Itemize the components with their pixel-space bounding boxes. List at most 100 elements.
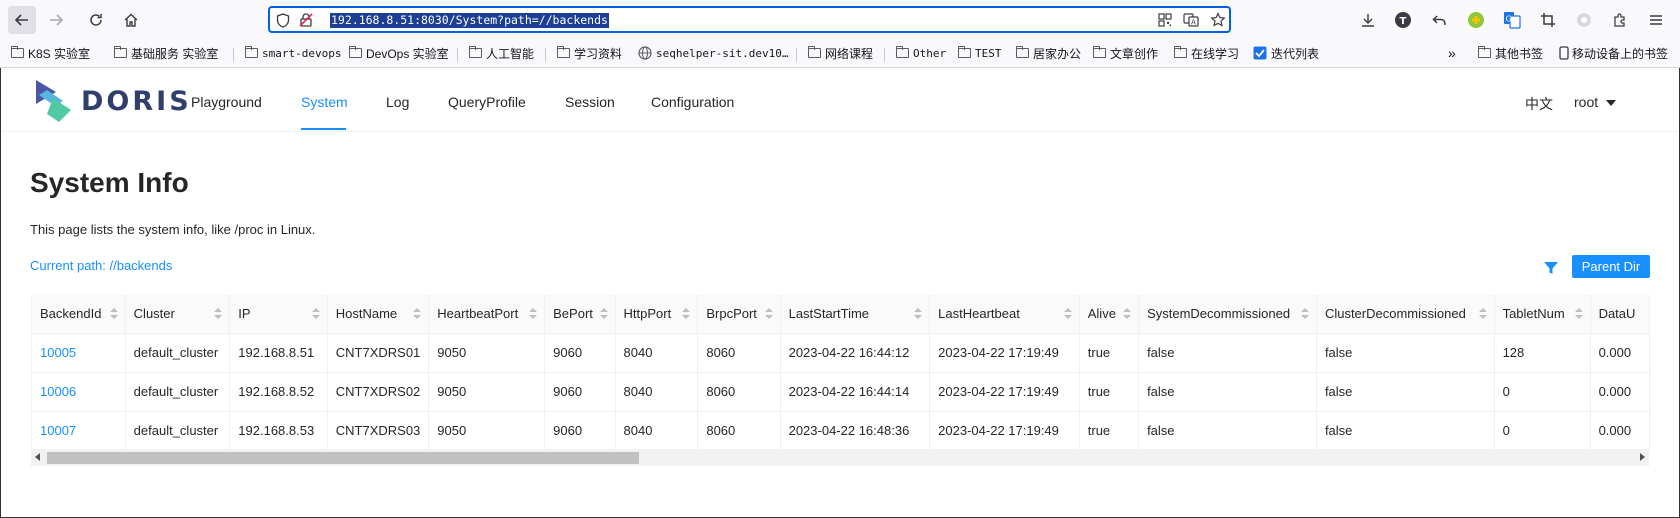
downloads-icon[interactable]	[1358, 10, 1378, 30]
menu-playground[interactable]: Playground	[191, 94, 262, 110]
sort-icon[interactable]	[214, 308, 223, 320]
forward-button[interactable]	[42, 6, 70, 34]
sort-icon[interactable]	[1478, 308, 1487, 320]
mobile-bookmarks-folder[interactable]: 移动设备上的书签	[1559, 44, 1668, 62]
extensions-puzzle-icon[interactable]	[1610, 10, 1630, 30]
extension-green-icon[interactable]	[1466, 10, 1486, 30]
parent-dir-button[interactable]: Parent Dir	[1572, 255, 1650, 278]
column-header-httpport[interactable]: HttpPort	[615, 295, 699, 334]
other-bookmarks-folder[interactable]: 其他书签	[1478, 44, 1543, 62]
bookmark-separator	[457, 48, 458, 62]
column-header-tabletnum[interactable]: TabletNum	[1494, 295, 1591, 334]
translate-extension-icon[interactable]: G	[1502, 10, 1522, 30]
table-cell: 192.168.8.52	[229, 372, 328, 412]
bookmark-link[interactable]: 迭代列表	[1253, 44, 1319, 62]
bookmark-star-icon[interactable]	[1210, 12, 1226, 28]
column-header-beport[interactable]: BePort	[544, 295, 616, 334]
column-header-heartbeatport[interactable]: HeartbeatPort	[428, 295, 546, 334]
insecure-lock-icon[interactable]	[298, 12, 314, 28]
column-header-laststarttime[interactable]: LastStartTime	[780, 295, 931, 334]
sort-icon[interactable]	[914, 308, 923, 320]
home-button[interactable]	[117, 6, 145, 34]
bookmark-folder[interactable]: 人工智能	[469, 44, 534, 62]
backend-id-link[interactable]: 10007	[32, 411, 126, 451]
bookmark-separator	[545, 48, 546, 62]
current-path-link[interactable]: Current path: //backends	[30, 258, 172, 273]
undo-arrow-icon[interactable]	[1430, 10, 1450, 30]
bookmark-folder[interactable]: DevOps 实验室	[349, 44, 449, 62]
sort-icon[interactable]	[764, 308, 773, 320]
horizontal-scrollbar[interactable]	[31, 449, 1649, 466]
extension-gray-icon[interactable]	[1574, 10, 1594, 30]
folder-icon	[808, 46, 821, 58]
scroll-left-arrow-icon[interactable]	[35, 453, 40, 461]
back-button[interactable]	[8, 6, 36, 34]
language-switch[interactable]: 中文	[1525, 94, 1553, 114]
url-text[interactable]: 192.168.8.51:8030/System?path=//backends	[330, 13, 609, 28]
sort-icon[interactable]	[109, 308, 118, 320]
shield-icon[interactable]	[275, 12, 291, 28]
column-header-backendid[interactable]: BackendId	[32, 295, 126, 334]
bookmark-folder[interactable]: 文章创作	[1093, 44, 1158, 62]
column-header-datau[interactable]: DataU	[1590, 295, 1650, 334]
menu-queryprofile[interactable]: QueryProfile	[448, 94, 526, 110]
menu-log[interactable]: Log	[386, 94, 409, 110]
page-description: This page lists the system info, like /p…	[30, 222, 316, 237]
bookmark-folder[interactable]: 学习资料	[557, 44, 622, 62]
menu-session[interactable]: Session	[565, 94, 615, 110]
column-header-hostname[interactable]: HostName	[327, 295, 430, 334]
sort-icon[interactable]	[311, 308, 320, 320]
column-header-systemdecommissioned[interactable]: SystemDecommissioned	[1138, 295, 1317, 334]
svg-text:A: A	[1191, 19, 1196, 27]
sort-icon[interactable]	[1574, 308, 1583, 320]
sort-icon[interactable]	[1123, 308, 1132, 320]
folder-icon	[1478, 46, 1491, 58]
qr-code-icon[interactable]	[1157, 12, 1173, 28]
scroll-right-arrow-icon[interactable]	[1640, 453, 1645, 461]
bookmark-folder[interactable]: K8S 实验室	[11, 44, 90, 62]
sort-icon[interactable]	[1063, 308, 1072, 320]
table-cell: 0.000	[1590, 411, 1650, 451]
sort-icon[interactable]	[413, 308, 422, 320]
backend-id-link[interactable]: 10005	[32, 333, 126, 373]
table-cell: 8040	[615, 411, 699, 451]
filter-icon[interactable]	[1543, 260, 1559, 276]
table-cell: 8060	[697, 333, 781, 373]
bookmark-folder[interactable]: Other	[896, 44, 946, 62]
address-bar[interactable]: 192.168.8.51:8030/System?path=//backends…	[268, 6, 1231, 33]
table-cell: default_cluster	[125, 411, 231, 451]
table-cell: 0	[1494, 372, 1591, 412]
sort-icon[interactable]	[529, 308, 538, 320]
reload-icon	[90, 14, 102, 26]
bookmarks-overflow-chevron-icon[interactable]: »	[1448, 44, 1456, 62]
column-header-cluster[interactable]: Cluster	[125, 295, 231, 334]
account-avatar-icon[interactable]: T	[1393, 10, 1413, 30]
sort-icon[interactable]	[1300, 308, 1309, 320]
menu-configuration[interactable]: Configuration	[651, 94, 734, 110]
column-header-clusterdecommissioned[interactable]: ClusterDecommissioned	[1316, 295, 1495, 334]
sort-icon[interactable]	[682, 308, 691, 320]
column-header-alive[interactable]: Alive	[1079, 295, 1140, 334]
translate-icon[interactable]: A	[1183, 12, 1199, 28]
column-header-lastheartbeat[interactable]: LastHeartbeat	[929, 295, 1080, 334]
user-dropdown[interactable]: root	[1574, 94, 1617, 110]
bookmark-folder[interactable]: smart-devops	[245, 44, 341, 62]
column-header-ip[interactable]: IP	[229, 295, 328, 334]
table-cell: false	[1316, 411, 1495, 451]
bookmark-folder[interactable]: 网络课程	[808, 44, 873, 62]
bookmark-link[interactable]: seqhelper-sit.dev10…	[638, 44, 788, 62]
bookmark-folder[interactable]: TEST	[958, 44, 1002, 62]
backend-id-link[interactable]: 10006	[32, 372, 126, 412]
table-cell: 2023-04-22 16:44:12	[780, 333, 931, 373]
bookmark-folder[interactable]: 在线学习	[1174, 44, 1239, 62]
sort-icon[interactable]	[599, 308, 608, 320]
crop-screenshot-icon[interactable]	[1538, 10, 1558, 30]
menu-system[interactable]: System	[301, 94, 348, 110]
table-cell: true	[1079, 333, 1140, 373]
bookmark-folder[interactable]: 基础服务 实验室	[114, 44, 218, 62]
column-header-brpcport[interactable]: BrpcPort	[697, 295, 781, 334]
hamburger-menu-icon[interactable]	[1646, 10, 1666, 30]
bookmark-folder[interactable]: 居家办公	[1016, 44, 1081, 62]
scrollbar-thumb[interactable]	[47, 452, 639, 464]
reload-button[interactable]	[82, 6, 110, 34]
